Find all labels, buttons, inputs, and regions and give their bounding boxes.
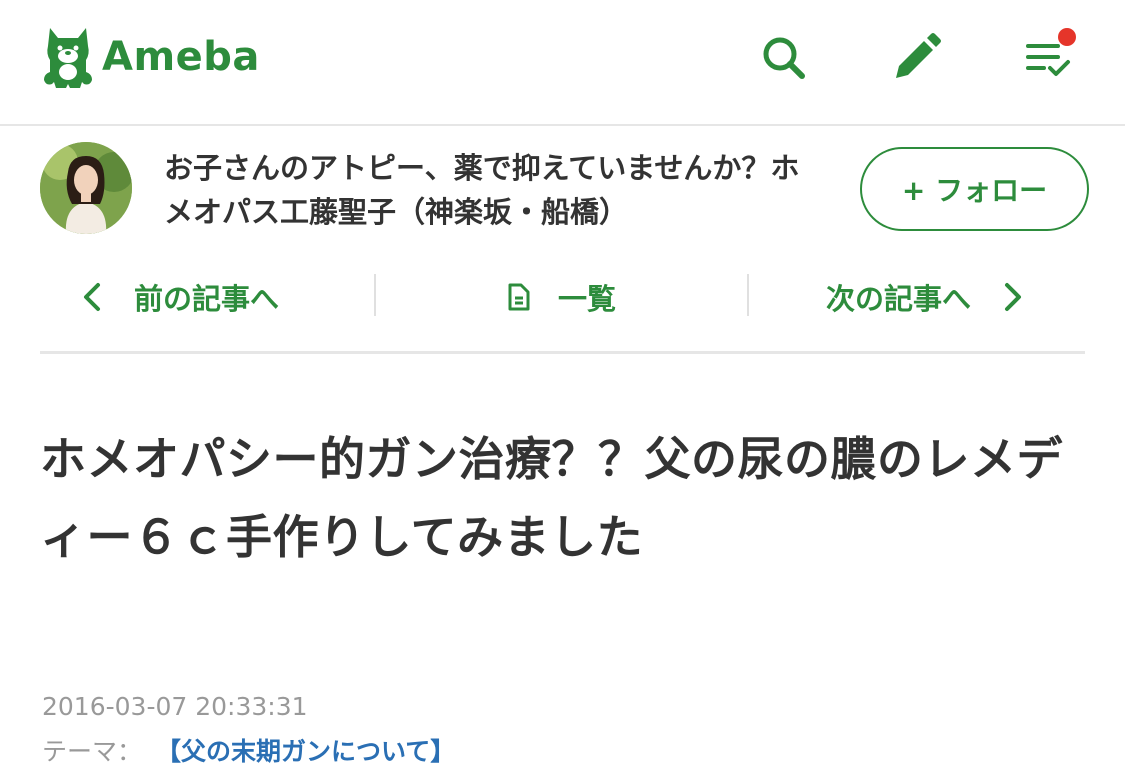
follow-button-label: + フォロー [901,174,1048,207]
chevron-left-icon [84,283,100,311]
checklist-icon[interactable] [1020,28,1076,86]
chevron-right-icon [1005,283,1022,311]
document-icon [508,283,530,311]
theme-label: テーマ： [42,737,143,766]
article-date: 2016-03-07 20:33:31 [42,692,308,721]
prev-article-label: 前の記事へ [134,282,280,316]
article-list-link[interactable]: 一覧 [506,262,616,332]
article-theme: テーマ： 【父の末期ガンについて】 [42,732,455,768]
follow-button[interactable]: + フォロー [860,147,1089,231]
article-navigation: 前の記事へ 一覧 次の記事へ [40,262,1085,354]
prev-article-link[interactable]: 前の記事へ [78,262,279,332]
app-header: Ameba [0,0,1125,126]
next-article-label: 次の記事へ [826,282,972,316]
next-article-link[interactable]: 次の記事へ [826,262,1027,332]
blogger-avatar[interactable] [40,142,132,234]
nav-divider [374,274,376,316]
article-title: ホメオパシー的ガン治療？？父の尿の膿のレメディー６ｃ手作りしてみました [40,432,1063,564]
blog-title[interactable]: お子さんのアトピー、薬で抑えていませんか？ホメオパス工藤聖子（神楽坂・船橋） [164,146,814,234]
theme-link[interactable]: 【父の末期ガンについて】 [156,732,455,768]
ameba-mascot-icon [44,28,92,88]
notification-dot [1058,28,1076,46]
pencil-icon[interactable] [888,30,944,86]
search-icon[interactable] [756,30,812,86]
nav-divider [747,274,749,316]
logo-text: Ameba [102,34,260,80]
ameba-logo[interactable]: Ameba [40,24,260,90]
article-list-label: 一覧 [558,282,617,316]
